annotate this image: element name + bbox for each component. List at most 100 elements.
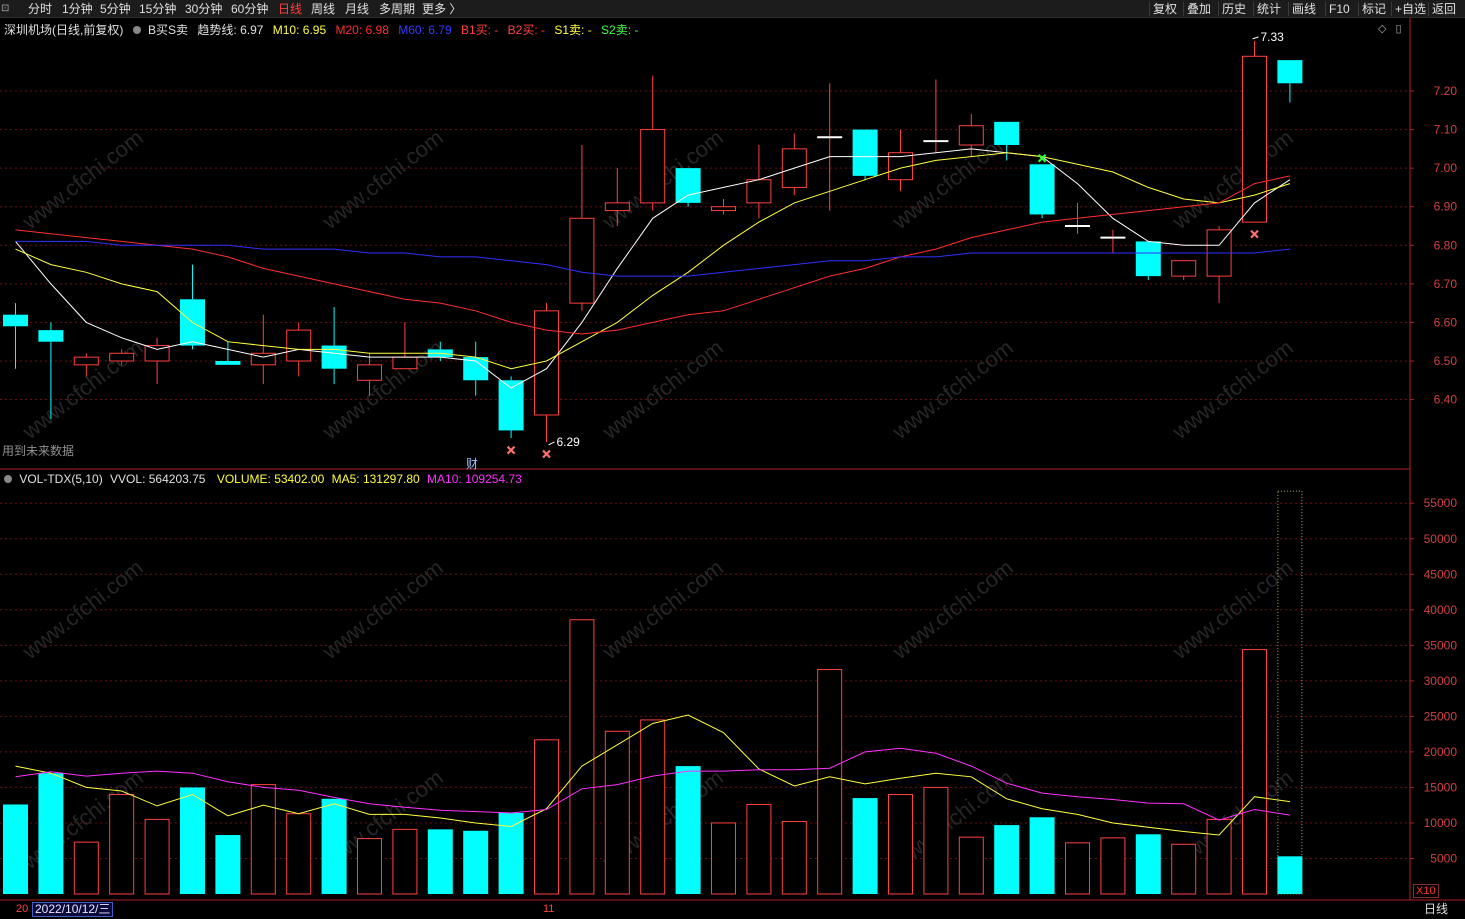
watermark-text: www.cfchi.com xyxy=(317,125,448,235)
price-tick-label: 6.40 xyxy=(1434,393,1458,407)
signal-mark xyxy=(506,445,516,455)
period-toolbar: ⊡ 分时 1分钟 5分钟 15分钟 30分钟 60分钟 日线 周线 月线 多周期 更多 〉 复权 叠加历… xyxy=(0,0,1465,18)
stock-title: 深圳机场(日线,前复权) xyxy=(4,23,124,37)
ma10-value: 109254.73 xyxy=(465,472,522,486)
volume-bar-down xyxy=(675,766,701,894)
price-tick-label: 6.80 xyxy=(1434,238,1458,252)
panel-corner-icons: ◇ ▯ xyxy=(1378,22,1402,35)
toolbar-button-0[interactable]: 复权 xyxy=(1153,1,1177,17)
volume-bar-up xyxy=(1206,818,1232,895)
volume-bar-up xyxy=(888,794,913,895)
window-corner-icon[interactable]: ⊡ xyxy=(1,2,17,16)
price-tick-label: 6.90 xyxy=(1434,200,1458,214)
candle-body-down xyxy=(38,330,64,342)
high-pointer xyxy=(1252,36,1259,40)
volume-bar-up xyxy=(144,818,170,895)
period-tab-9[interactable]: 多周期 xyxy=(379,1,415,17)
m20-label: M20: xyxy=(335,23,363,37)
candle-body-up xyxy=(357,364,382,381)
toolbar-separator xyxy=(1391,2,1392,16)
volume-indicator-name[interactable]: VOL-TDX(5,10) xyxy=(19,472,102,486)
volume-projected-box xyxy=(1277,490,1303,895)
toolbar-separator xyxy=(1218,2,1219,16)
toolbar-button-6[interactable]: 标记 xyxy=(1362,1,1386,17)
toolbar-button-3[interactable]: 统计 xyxy=(1257,1,1281,17)
chart-area[interactable]: 7.20 7.10 7.00 6.90 6.80 6.70 6.60 6.50 6.40 5500… xyxy=(0,0,1465,919)
volume-bar-down xyxy=(852,798,878,894)
period-tab-6[interactable]: 日线 xyxy=(278,1,302,17)
volume-bar-down xyxy=(321,798,347,894)
b1-signal: B1买: - xyxy=(460,23,499,37)
toolbar-button-1[interactable]: 叠加 xyxy=(1187,1,1211,17)
volume-bar-down xyxy=(180,787,205,894)
signal-mark xyxy=(542,449,551,459)
candle-body-up xyxy=(1171,260,1197,277)
volume-bar-up xyxy=(109,794,135,895)
dot-icon[interactable] xyxy=(4,475,12,483)
m20-value: 6.98 xyxy=(365,23,389,37)
volume-bar-up xyxy=(1171,843,1197,895)
toolbar-button-8[interactable]: 返回 xyxy=(1432,1,1456,17)
low-pointer xyxy=(548,441,555,446)
period-tab-7[interactable]: 周线 xyxy=(311,1,335,17)
candle-body-up xyxy=(392,356,418,370)
price-tick-label: 7.10 xyxy=(1434,123,1458,137)
finance-event-badge[interactable]: 财 xyxy=(466,455,478,472)
candle-body-up xyxy=(640,129,666,204)
high-price-label: 7.33 xyxy=(1261,30,1285,44)
toolbar-button-7[interactable]: +自选 xyxy=(1395,1,1426,17)
watermark-text: www.cfchi.com xyxy=(17,335,148,445)
dot-icon[interactable] xyxy=(132,26,141,34)
period-tab-3[interactable]: 15分钟 xyxy=(139,1,176,17)
period-tab-2[interactable]: 5分钟 xyxy=(100,1,131,17)
year-prefix: 20 xyxy=(16,903,29,915)
volume-bar-down xyxy=(38,773,64,894)
price-tick-label: 6.60 xyxy=(1434,315,1458,329)
volume-bar-down xyxy=(994,825,1020,894)
price-tick-label: 7.00 xyxy=(1434,161,1458,175)
volume-tick-label: 15000 xyxy=(1424,780,1458,794)
watermark-text: www.cfchi.com xyxy=(1167,335,1298,445)
watermark-text: www.cfchi.com xyxy=(1167,125,1298,235)
volume-bar-up xyxy=(711,822,736,895)
chart-canvas[interactable]: 7.20 7.10 7.00 6.90 6.80 6.70 6.60 6.50 6.40 5500… xyxy=(0,0,1465,919)
volume-bar-down xyxy=(215,835,241,894)
volume-bar-up xyxy=(1242,649,1267,895)
toolbar-button-4[interactable]: 画线 xyxy=(1292,1,1316,17)
expand-icon[interactable]: ▯ xyxy=(1396,23,1402,35)
ma5-value: 131297.80 xyxy=(362,472,420,486)
candle-body-down xyxy=(852,129,878,176)
volume-bar-up xyxy=(923,786,949,895)
period-tab-8[interactable]: 月线 xyxy=(345,1,369,17)
indicator-name[interactable]: B买S卖 xyxy=(148,23,188,37)
period-tab-0[interactable]: 分时 xyxy=(28,1,52,17)
period-tab-5[interactable]: 60分钟 xyxy=(231,1,268,17)
toolbar-button-2[interactable]: 历史 xyxy=(1222,1,1246,17)
toolbar-separator xyxy=(1358,2,1359,16)
volume-bar-up xyxy=(357,838,382,895)
volume-bar-up xyxy=(604,730,630,895)
future-data-note: 用到未来数据 xyxy=(2,444,75,458)
period-tab-4[interactable]: 30分钟 xyxy=(185,1,222,17)
volume-tick-label: 10000 xyxy=(1424,816,1458,830)
candle-body-down xyxy=(994,121,1020,145)
ma5-label: MA5: xyxy=(331,472,360,486)
period-tab-10[interactable]: 更多 〉 xyxy=(422,1,461,17)
candle-body-up xyxy=(73,356,99,366)
toolbar-button-5[interactable]: F10 xyxy=(1329,1,1350,17)
period-indicator[interactable]: 日线 xyxy=(1424,901,1448,917)
volume-tick-label: 55000 xyxy=(1424,496,1458,510)
toolbar-separator xyxy=(1325,2,1326,16)
signal-mark xyxy=(1250,229,1259,239)
s1-signal: S1卖: - xyxy=(554,23,592,37)
volume-bar-down xyxy=(463,830,489,894)
m60-label: M60: xyxy=(398,23,425,37)
candle-body-down xyxy=(1277,60,1303,84)
volume-bar-up xyxy=(1100,837,1126,895)
diamond-icon[interactable]: ◇ xyxy=(1378,23,1386,35)
volume-tick-label: 50000 xyxy=(1424,532,1458,546)
s2-signal: S2卖: - xyxy=(601,23,639,37)
toolbar-separator xyxy=(1428,2,1429,16)
period-tab-1[interactable]: 1分钟 xyxy=(62,1,93,17)
watermark-text: www.cfchi.com xyxy=(17,125,148,235)
